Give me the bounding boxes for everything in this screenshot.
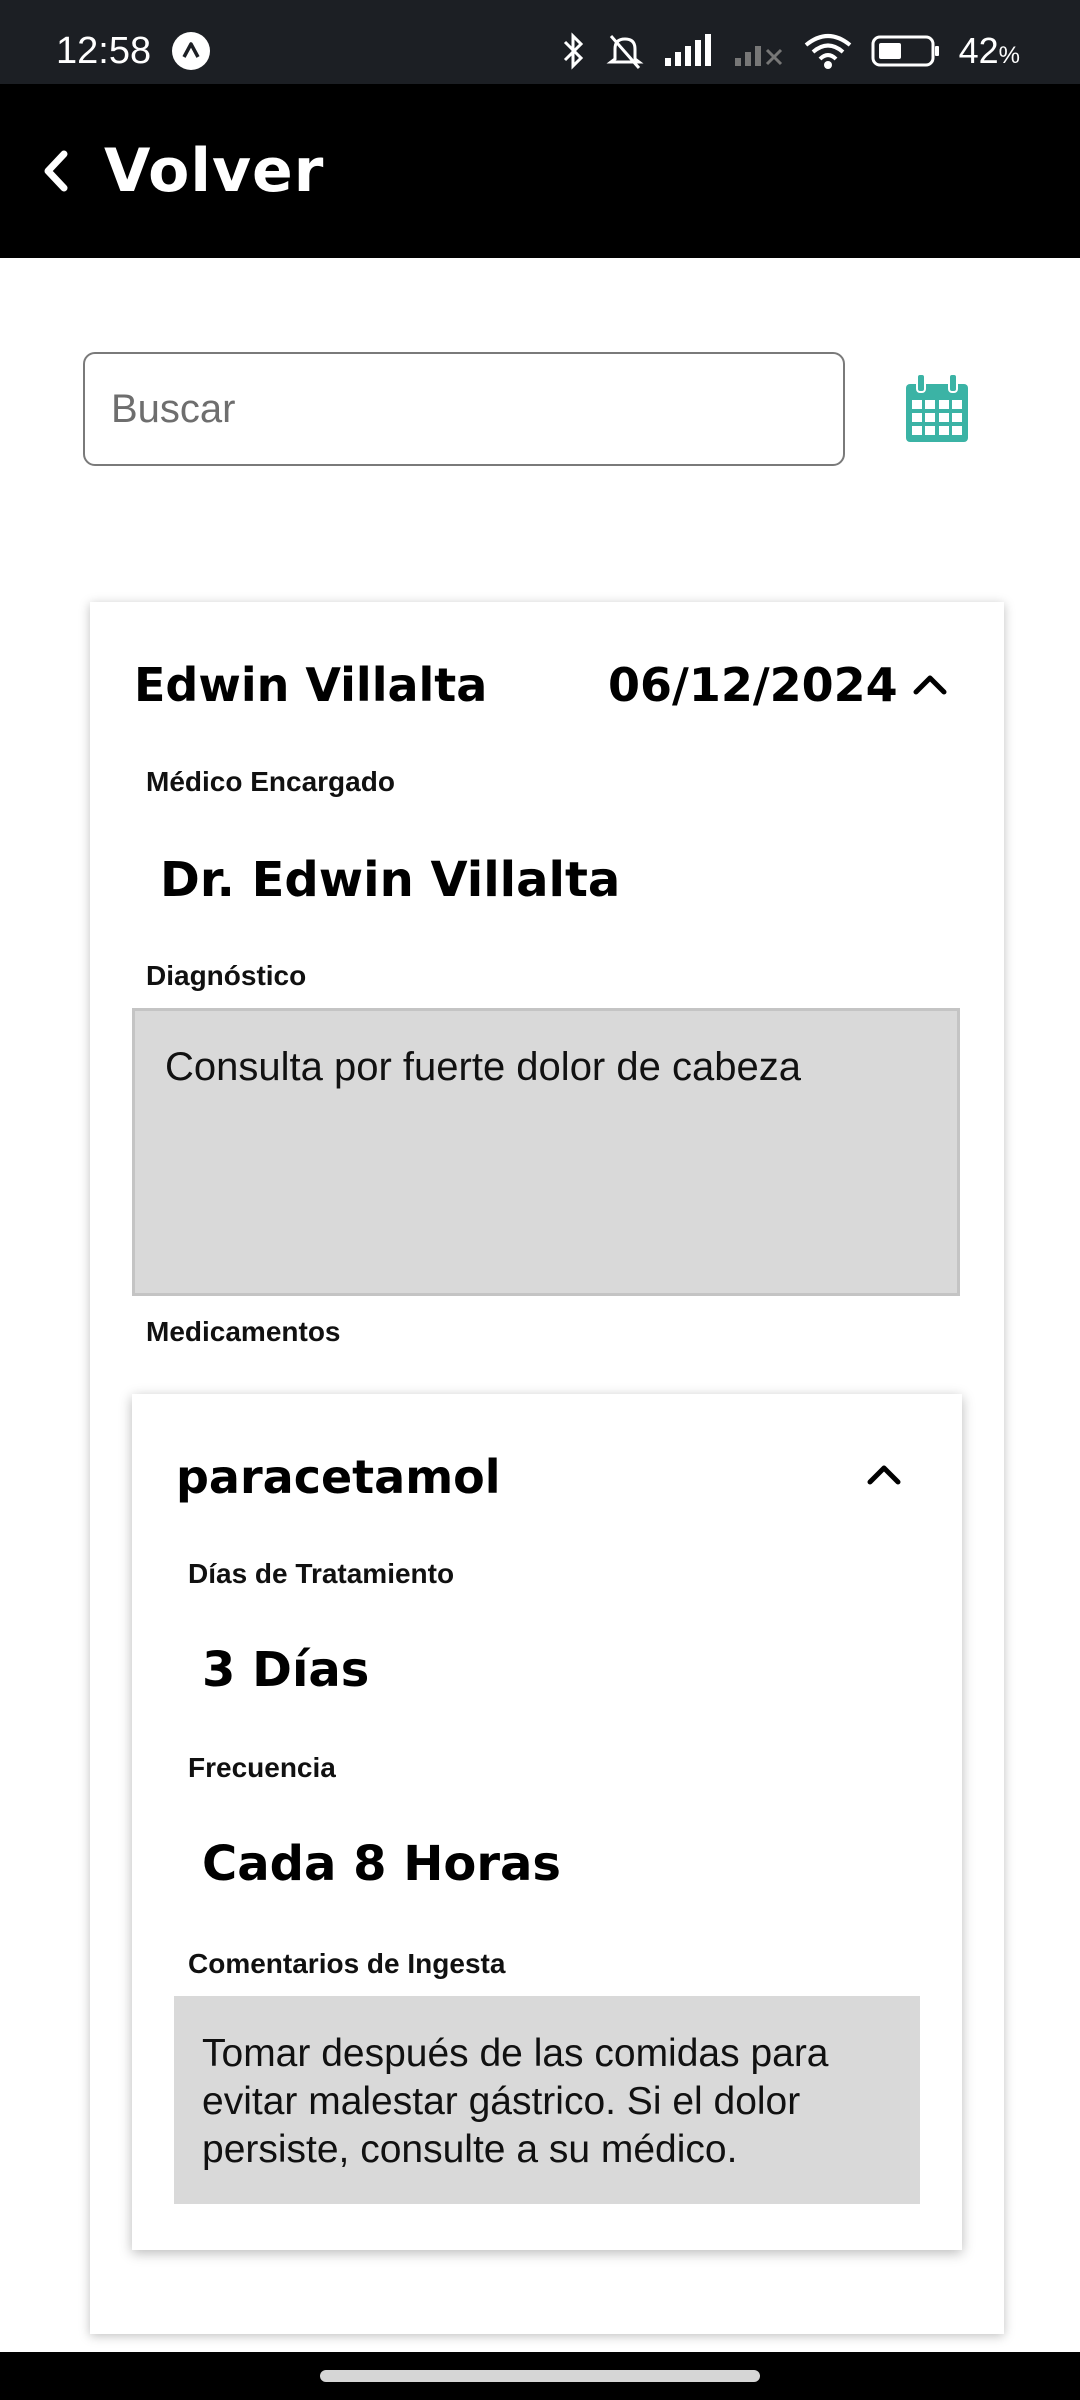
diagnosis-label: Diagnóstico [146, 960, 307, 991]
collapse-record-button[interactable] [908, 664, 952, 704]
signal-icon [664, 34, 711, 66]
intake-comments-label: Comentarios de Ingesta [188, 1948, 506, 1979]
calendar-button[interactable] [902, 372, 972, 446]
bluetooth-icon [563, 32, 583, 70]
bell-muted-icon [606, 35, 644, 69]
treatment-days-value: 3 Días [202, 1642, 370, 1698]
back-button[interactable]: Volver [40, 136, 324, 206]
patient-name: Edwin Villalta [134, 658, 488, 712]
back-label: Volver [104, 136, 325, 206]
signal-icon [734, 46, 782, 66]
chevron-up-icon [913, 675, 947, 695]
battery-percent: 42% [958, 30, 1020, 71]
treatment-days-label: Días de Tratamiento [188, 1558, 455, 1589]
system-navigation-bar [0, 2352, 1080, 2400]
diagnosis-field: Consulta por fuerte dolor de cabeza [132, 1008, 960, 1296]
medical-record-card: Edwin Villalta 06/12/2024 Médico Encarga… [90, 602, 1004, 2334]
battery-icon [871, 35, 939, 67]
frequency-value: Cada 8 Horas [202, 1836, 561, 1892]
chevron-left-icon [44, 150, 68, 192]
app-notification-icon [172, 32, 210, 70]
intake-comments-field: Tomar después de las comidas para evitar… [174, 1996, 920, 2204]
collapse-medication-button[interactable] [862, 1454, 906, 1494]
medication-name: paracetamol [176, 1450, 501, 1504]
status-time: 12:58 [56, 30, 152, 72]
doctor-label: Médico Encargado [146, 766, 395, 797]
chevron-up-icon [867, 1465, 901, 1485]
frequency-label: Frecuencia [188, 1752, 336, 1783]
doctor-value: Dr. Edwin Villalta [160, 852, 621, 908]
medications-label: Medicamentos [146, 1316, 341, 1347]
status-icons: 42% [561, 28, 1020, 74]
home-gesture-handle[interactable] [320, 2370, 760, 2382]
record-date: 06/12/2024 [608, 658, 898, 712]
status-bar: 12:58 42% [0, 0, 1080, 84]
calendar-icon [906, 373, 968, 442]
top-app-bar: Volver [0, 84, 1080, 258]
search-input[interactable] [83, 352, 845, 466]
medication-card: paracetamol Días de Tratamiento 3 Días F… [132, 1394, 962, 2250]
wifi-icon [804, 34, 851, 69]
